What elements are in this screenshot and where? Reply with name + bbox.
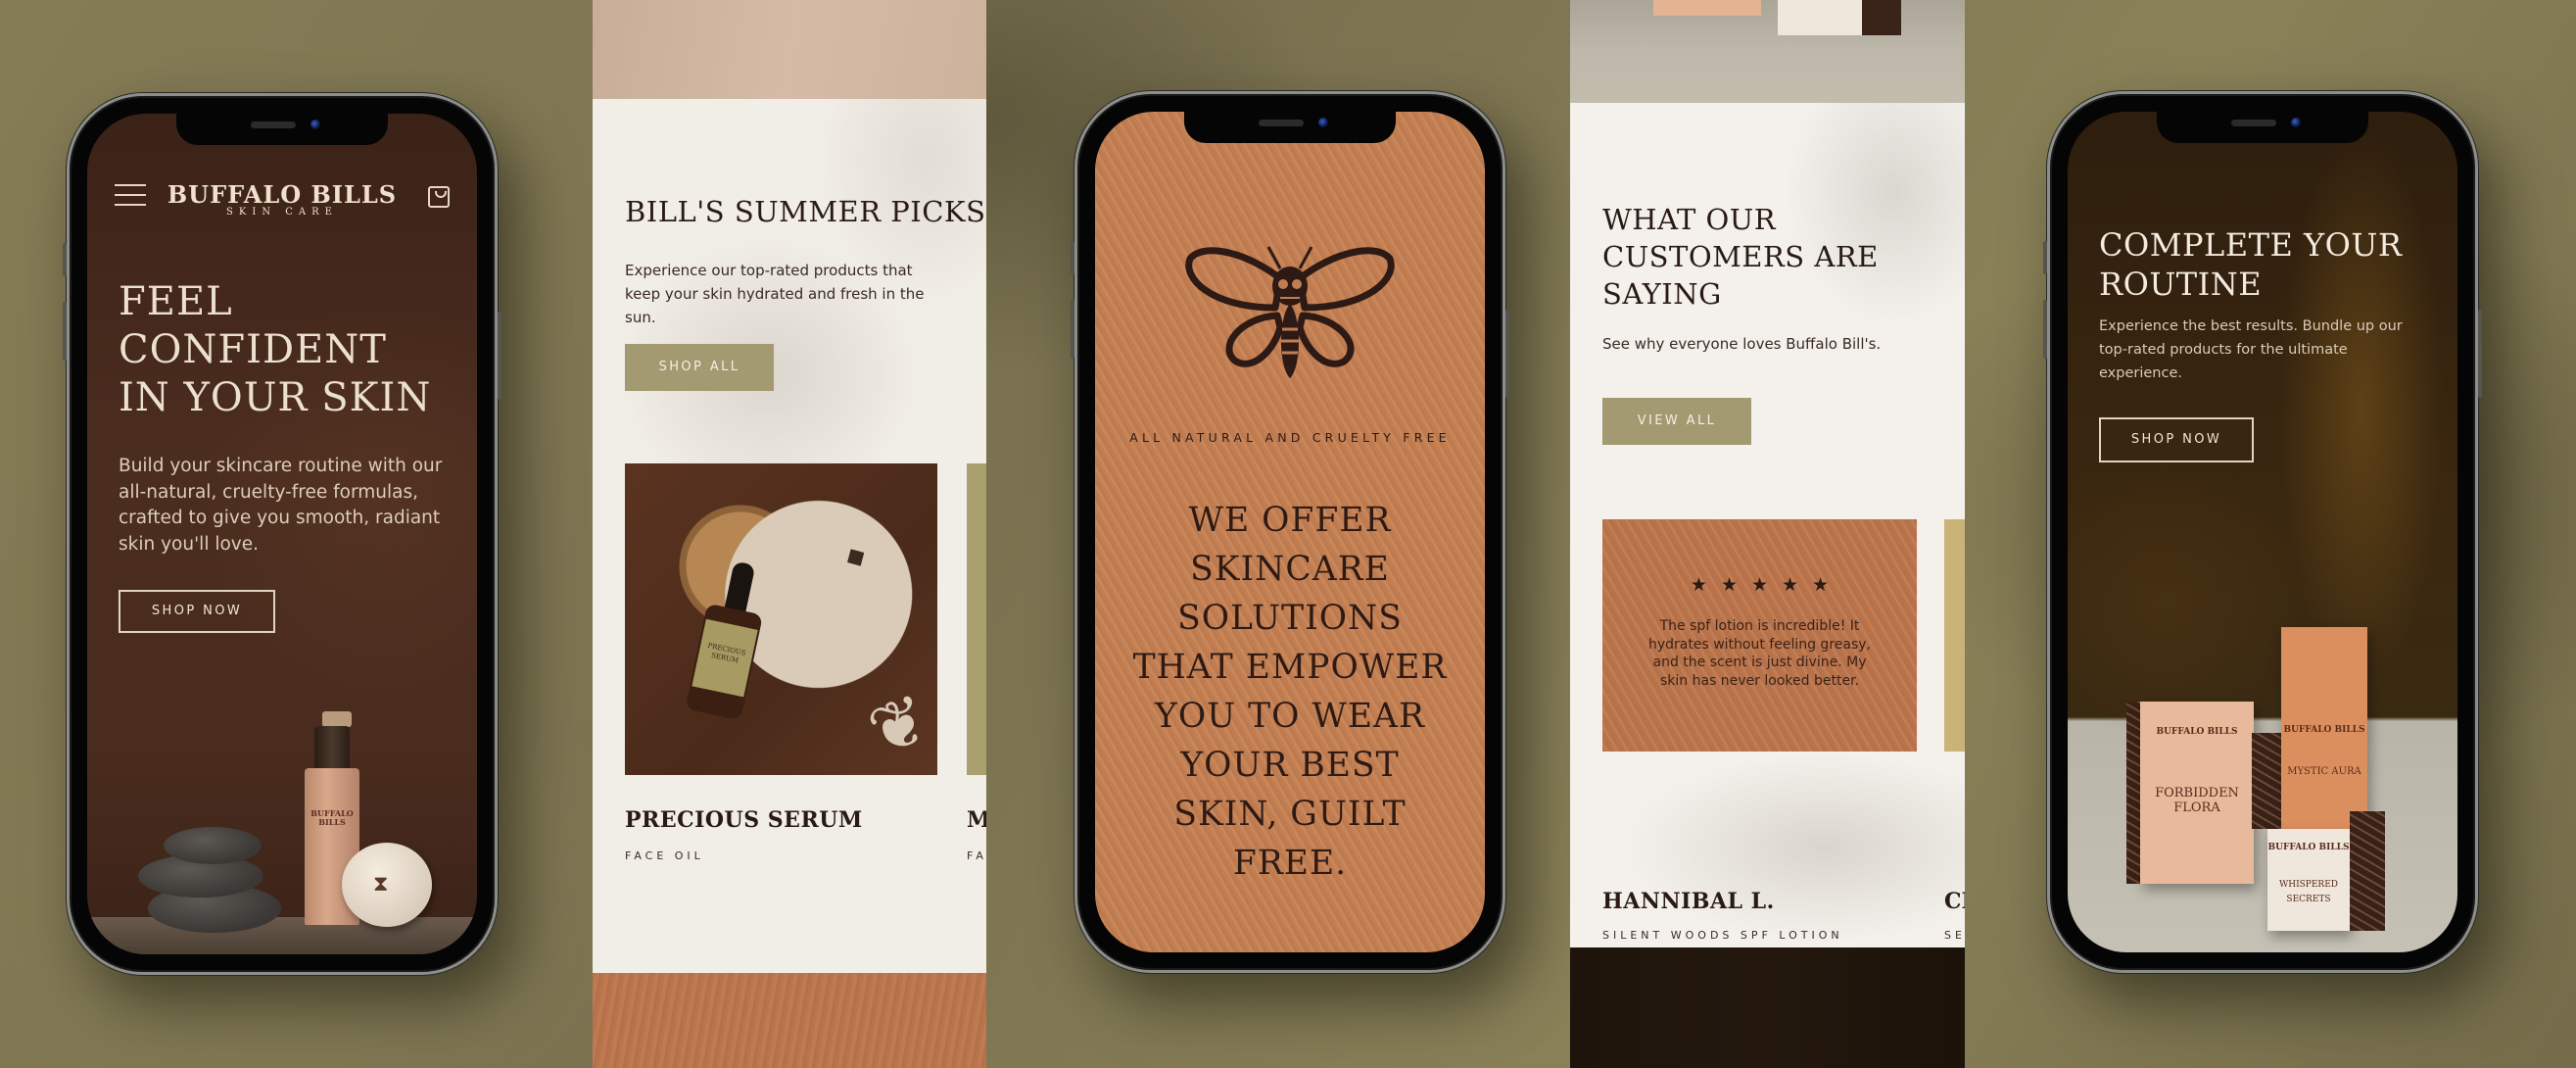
brand-logo[interactable]: BUFFALO BILLS SKIN CARE — [87, 180, 477, 218]
shop-now-button[interactable]: SHOP NOW — [2099, 417, 2254, 462]
phone-mockup-mission: ALL NATURAL AND CRUELTY FREE WE OFFER SK… — [1071, 91, 1509, 973]
box-brand: BUFFALO BILLS — [2156, 727, 2238, 737]
bottle-pump — [322, 711, 352, 727]
review-card[interactable]: ★★★★★ The spf lotion is incredible! It h… — [1602, 519, 1917, 752]
phone-side-button — [1505, 310, 1509, 398]
box-name: MYSTIC AURA — [2287, 766, 2361, 777]
soap-bar: ⧗ — [342, 843, 432, 927]
bottom-dark-strip — [1570, 947, 1965, 1068]
speaker — [251, 121, 296, 128]
summer-picks-section: BILL'S SUMMER PICKS Experience our top-r… — [593, 99, 986, 973]
hero-product-image: BUFFALO BILLS ⧗ — [87, 700, 477, 954]
camera-icon — [2291, 118, 2301, 127]
bottle-label: BUFFALO BILLS — [310, 808, 354, 827]
hero-title: COMPLETE YOUR ROUTINE — [2099, 226, 2403, 303]
reviews-panel: WHAT OUR CUSTOMERS ARE SAYING See why ev… — [1570, 0, 1965, 1068]
next-product-category: FA — [967, 850, 986, 862]
next-review-card-peek[interactable] — [1944, 519, 1965, 752]
product-box-mystic-aura: BUFFALO BILLS MYSTIC AURA — [2281, 627, 2367, 829]
product-card-image[interactable]: ◆ PRECIOUS SERUM ❦ — [625, 463, 940, 775]
camera-icon — [310, 120, 320, 129]
reviewer-name: HANNIBAL L. — [1602, 889, 1775, 914]
box-side — [2350, 811, 2385, 931]
moth-icon: ⧗ — [373, 872, 389, 897]
phone-mockup-home: BUFFALO BILLS SKIN CARE FEEL CONFIDENT I… — [63, 93, 501, 975]
box-name: WHISPERED SECRETS — [2278, 880, 2338, 904]
stone — [164, 827, 262, 864]
reviews-section: WHAT OUR CUSTOMERS ARE SAYING See why ev… — [1570, 103, 1965, 947]
speaker — [1259, 120, 1304, 126]
product-name[interactable]: PRECIOUS SERUM — [625, 807, 863, 833]
mission-tagline: ALL NATURAL AND CRUELTY FREE — [1129, 430, 1451, 445]
bottom-texture-strip — [593, 973, 986, 1068]
logo-name: BUFFALO BILLS — [167, 180, 398, 209]
shop-now-button[interactable]: SHOP NOW — [119, 590, 275, 633]
phone-side-button — [498, 312, 501, 400]
next-reviewed-product: SE — [1944, 929, 1965, 942]
mission-screen: ALL NATURAL AND CRUELTY FREE WE OFFER SK… — [1095, 112, 1485, 952]
summer-picks-panel: BILL'S SUMMER PICKS Experience our top-r… — [593, 0, 986, 1068]
speaker — [2231, 120, 2276, 126]
top-texture-strip — [593, 0, 986, 99]
routine-screen: COMPLETE YOUR ROUTINE Experience the bes… — [2068, 112, 2457, 952]
box-name: FORBIDDEN FLORA — [2155, 786, 2239, 815]
phone-notch — [2157, 112, 2368, 143]
product-category: FACE OIL — [625, 850, 704, 862]
product-box — [1653, 0, 1761, 16]
hero-body: Experience the best results. Bundle up o… — [2099, 318, 2403, 381]
reviewed-product: SILENT WOODS SPF LOTION — [1602, 929, 1843, 942]
hero-title: FEEL CONFIDENT IN YOUR SKIN — [119, 279, 432, 420]
phone-side-button — [63, 243, 67, 276]
top-product-photo-strip — [1570, 0, 1965, 103]
mission-statement: WE OFFER SKINCARE SOLUTIONS THAT EMPOWER… — [1132, 501, 1448, 883]
hero-body: Build your skincare routine with our all… — [119, 456, 443, 555]
box-brand: BUFFALO BILLS — [2267, 843, 2350, 852]
section-title: WHAT OUR CUSTOMERS ARE SAYING — [1602, 203, 1879, 311]
box-side — [2126, 702, 2140, 884]
next-reviewer-name: CL — [1944, 889, 1965, 914]
phone-notch — [1184, 112, 1396, 143]
phone-side-button — [2478, 310, 2482, 398]
review-text: The spf lotion is incredible! It hydrate… — [1647, 618, 1871, 689]
phone-side-button — [63, 302, 67, 361]
shelf — [87, 917, 477, 954]
product-box — [1862, 0, 1901, 35]
product-box-forbidden-flora: BUFFALO BILLS FORBIDDEN FLORA — [2140, 702, 2254, 884]
box-brand: BUFFALO BILLS — [2283, 725, 2365, 735]
phone-notch — [176, 114, 388, 145]
moth-icon: ◆ — [838, 539, 872, 574]
section-body: See why everyone loves Buffalo Bill's. — [1602, 335, 1882, 353]
phone-side-button — [2043, 241, 2047, 274]
home-screen: BUFFALO BILLS SKIN CARE FEEL CONFIDENT I… — [87, 114, 477, 954]
phone-side-button — [1071, 241, 1074, 274]
bottle-cap — [314, 726, 350, 770]
phone-side-button — [2043, 300, 2047, 359]
phone-side-button — [1071, 300, 1074, 359]
section-body: Experience our top-rated products that k… — [625, 262, 925, 326]
logo-tagline: SKIN CARE — [226, 207, 338, 218]
camera-icon — [1318, 118, 1328, 127]
product-box-whispered-secrets: BUFFALO BILLS WHISPERED SECRETS — [2267, 829, 2350, 931]
star-rating: ★★★★★ — [1690, 574, 1843, 596]
serum-bottle: PRECIOUS SERUM — [685, 558, 773, 723]
top-nav: BUFFALO BILLS SKIN CARE — [87, 172, 477, 231]
next-product-name[interactable]: M — [967, 807, 986, 833]
section-title: BILL'S SUMMER PICKS — [625, 195, 986, 228]
skull-moth-icon — [1182, 239, 1398, 386]
dried-leaves: ❦ — [858, 677, 940, 773]
phone-mockup-routine: COMPLETE YOUR ROUTINE Experience the bes… — [2043, 91, 2482, 973]
next-product-card-peek[interactable] — [967, 463, 986, 775]
shopping-bag-icon[interactable] — [428, 186, 450, 208]
shop-all-button[interactable]: SHOP ALL — [625, 344, 774, 391]
view-all-button[interactable]: VIEW ALL — [1602, 398, 1751, 445]
box-side — [2252, 733, 2285, 829]
